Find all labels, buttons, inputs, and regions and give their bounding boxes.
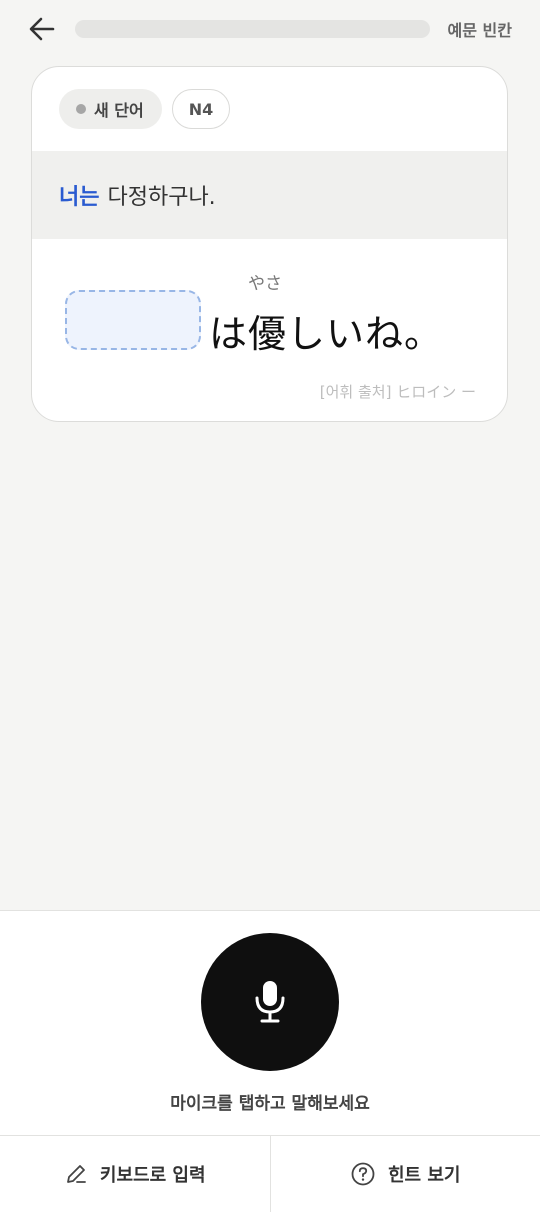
progress-bar [75,20,430,38]
dot-icon [76,104,86,114]
header: 예문 빈칸 [0,0,540,58]
keyboard-input-button[interactable]: 키보드로 입력 [0,1136,271,1212]
translation: 너는 다정하구나. [32,151,507,239]
pencil-icon [64,1162,88,1186]
input-panel: 마이크를 탭하고 말해보세요 키보드로 입력 힌트 보기 [0,910,540,1226]
hint-label: 힌트 보기 [388,1161,461,1187]
furigana: やさ [248,269,282,294]
new-word-badge: 새 단어 [59,89,162,129]
hint-button[interactable]: 힌트 보기 [271,1136,540,1212]
microphone-button[interactable] [201,933,339,1071]
translation-highlight: 너는 [59,179,99,211]
vocabulary-source: [어휘 출처] ヒロイン ー [320,381,476,402]
sentence-text: は優しいね。 [209,303,443,358]
mic-instruction: 마이크를 탭하고 말해보세요 [0,1089,540,1114]
action-bar: 키보드로 입력 힌트 보기 [0,1135,540,1212]
answer-blank[interactable] [65,290,201,350]
mode-label: 예문 빈칸 [448,17,512,41]
translation-rest: 다정하구나. [107,179,215,211]
example-sentence: やさ は優しいね。 [65,265,485,355]
question-card: 새 단어 N4 너는 다정하구나. やさ は優しいね。 [어휘 출처] ヒロイン… [31,66,508,422]
arrow-left-icon [26,14,58,44]
level-badge: N4 [172,89,231,129]
new-word-label: 새 단어 [94,97,144,121]
microphone-icon [250,978,290,1026]
back-button[interactable] [26,14,58,44]
badges: 새 단어 N4 [59,89,230,129]
question-circle-icon [350,1161,376,1187]
keyboard-input-label: 키보드로 입력 [100,1161,206,1187]
